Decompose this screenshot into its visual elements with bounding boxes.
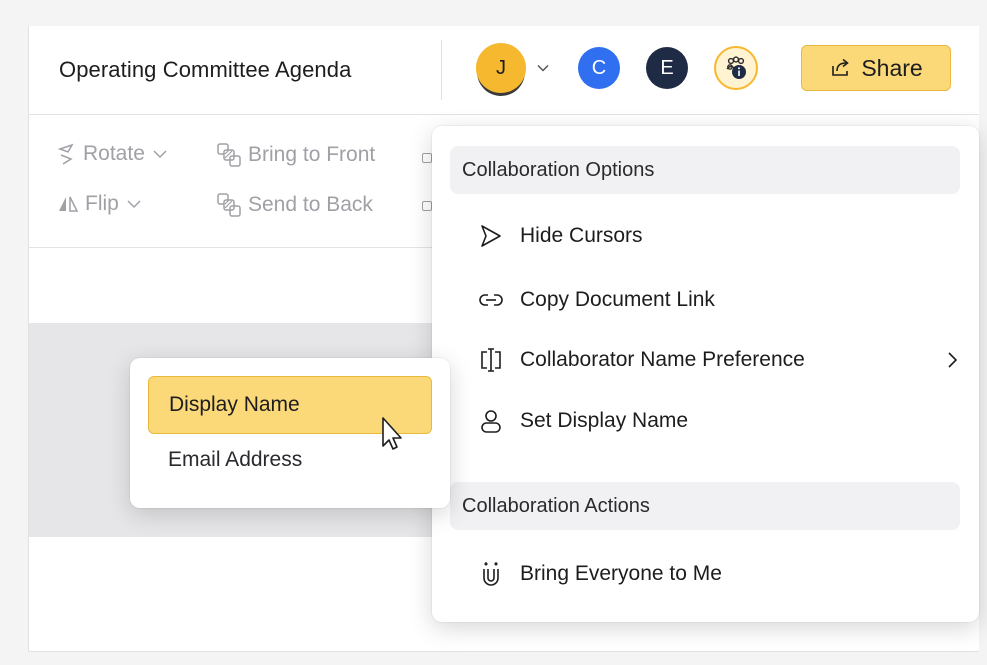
chevron-down-icon xyxy=(153,150,167,159)
rotate-label: Rotate xyxy=(83,142,145,165)
send-to-back-icon xyxy=(217,193,241,217)
menu-item-label: Copy Document Link xyxy=(520,288,715,311)
menu-item-label: Collaborator Name Preference xyxy=(520,348,805,371)
link-icon xyxy=(479,294,503,306)
rotate-menu[interactable]: Rotate xyxy=(57,142,169,166)
menu-item-label: Set Display Name xyxy=(520,409,689,432)
menu-item-label: Hide Cursors xyxy=(520,224,643,247)
avatar-initial: J xyxy=(496,56,506,79)
section-header-collaboration-options: Collaboration Options xyxy=(450,146,960,194)
cursor-arrow-icon xyxy=(481,225,501,247)
menu-item-copy-link[interactable]: Copy Document Link xyxy=(478,280,958,320)
flip-menu[interactable]: Flip xyxy=(57,192,143,216)
align-icon[interactable] xyxy=(422,153,432,163)
section-header-collaboration-actions: Collaboration Actions xyxy=(450,482,960,530)
avatar-initial: E xyxy=(660,56,674,79)
avatar-collaborator-e[interactable]: E xyxy=(646,47,688,89)
rotate-icon xyxy=(57,143,74,165)
menu-item-name-preference[interactable]: Collaborator Name Preference xyxy=(478,340,958,380)
bring-to-front-label: Bring to Front xyxy=(248,143,376,166)
chevron-right-icon xyxy=(948,352,958,368)
distribute-icon[interactable] xyxy=(422,201,432,211)
avatar-collaborator-c[interactable]: C xyxy=(578,47,620,89)
avatar-initial: C xyxy=(591,56,607,79)
collaboration-menu: Collaboration Options Hide Cursors Copy … xyxy=(432,126,979,622)
share-label: Share xyxy=(861,54,923,81)
header-divider xyxy=(441,40,442,100)
collaborators-button[interactable] xyxy=(714,46,758,90)
menu-item-set-display-name[interactable]: Set Display Name xyxy=(478,401,958,441)
menu-item-bring-everyone[interactable]: Bring Everyone to Me xyxy=(478,554,958,594)
chevron-down-icon[interactable] xyxy=(535,60,551,76)
chevron-down-icon xyxy=(127,200,141,209)
magnet-icon xyxy=(483,562,499,586)
mouse-pointer-icon xyxy=(382,417,402,450)
menu-item-hide-cursors[interactable]: Hide Cursors xyxy=(478,216,958,256)
share-icon xyxy=(832,58,850,76)
menu-item-label: Bring Everyone to Me xyxy=(520,562,722,585)
send-to-back-button[interactable]: Send to Back xyxy=(216,192,373,218)
group-info-icon xyxy=(726,56,746,79)
flip-label: Flip xyxy=(85,192,119,215)
user-icon xyxy=(481,410,501,433)
header-bar: Operating Committee Agenda J C E Share xyxy=(29,26,979,115)
text-cursor-icon xyxy=(481,348,501,372)
bring-to-front-icon xyxy=(217,143,241,167)
document-title[interactable]: Operating Committee Agenda xyxy=(59,57,351,83)
flip-icon xyxy=(59,196,79,212)
submenu-item-label: Display Name xyxy=(169,393,300,416)
bring-to-front-button[interactable]: Bring to Front xyxy=(216,142,375,168)
send-to-back-label: Send to Back xyxy=(248,193,373,216)
share-button[interactable]: Share xyxy=(801,45,951,91)
avatar-current-user[interactable]: J xyxy=(476,43,526,93)
submenu-item-email-address[interactable]: Email Address xyxy=(168,448,302,472)
